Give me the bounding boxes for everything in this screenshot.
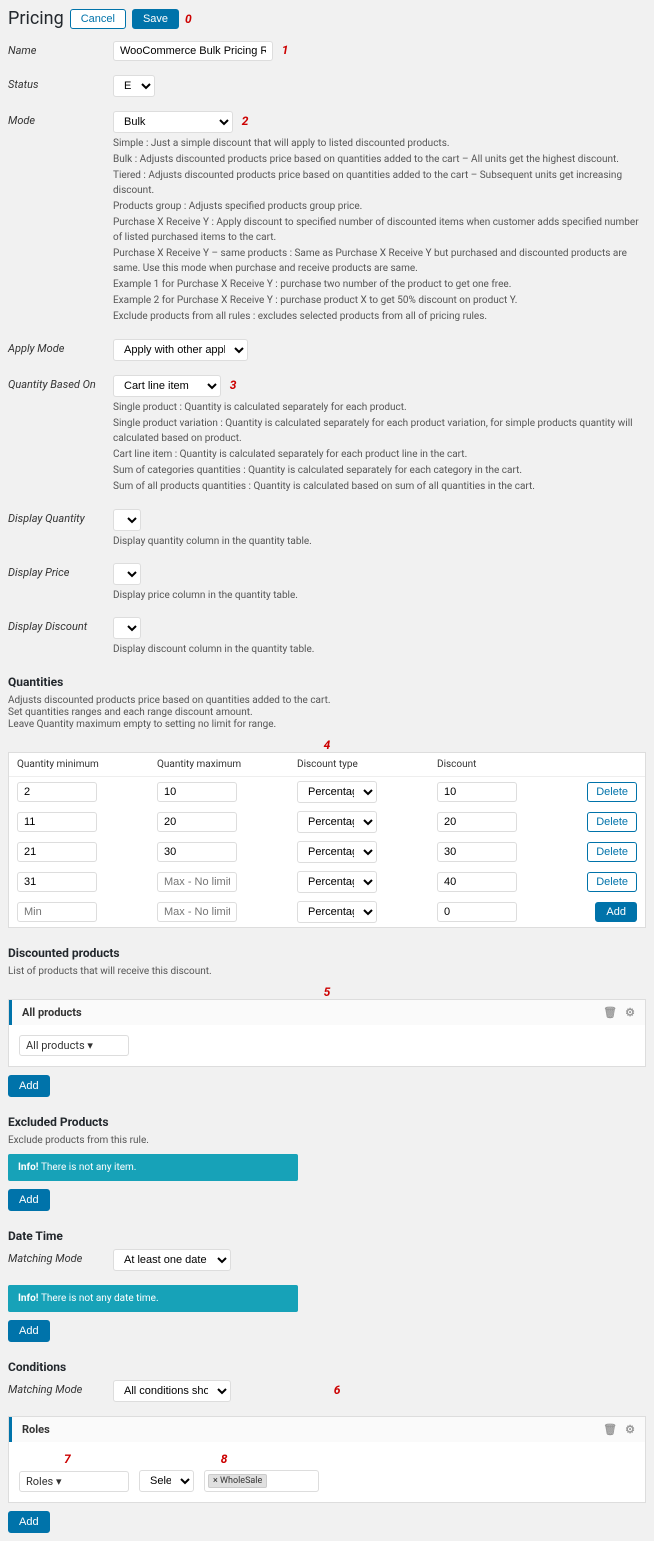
delete-button[interactable]: Delete: [587, 782, 637, 802]
annotation-3: 3: [230, 378, 237, 392]
annotation-2: 2: [242, 114, 249, 128]
disp-qty-label: Display Quantity: [8, 509, 113, 525]
condition-field-select[interactable]: Roles ▾: [19, 1471, 129, 1492]
qty-disc-input[interactable]: [437, 812, 517, 832]
status-label: Status: [8, 75, 113, 91]
disp-disc-help: Display discount column in the quantity …: [113, 642, 646, 657]
cancel-button[interactable]: Cancel: [70, 9, 126, 29]
qty-min-input[interactable]: [17, 902, 97, 922]
role-tag[interactable]: × WholeSale: [208, 1474, 267, 1488]
annotation-6: 6: [334, 1383, 341, 1397]
annotation-4: 4: [324, 738, 331, 752]
qty-disc-input[interactable]: [437, 872, 517, 892]
qty-min-input[interactable]: [17, 782, 97, 802]
annotation-7: 7: [64, 1452, 71, 1466]
annotation-8: 8: [221, 1452, 228, 1466]
annotation-1: 1: [282, 43, 289, 57]
col-type: Discount type: [297, 759, 437, 770]
qty-min-input[interactable]: [17, 842, 97, 862]
col-max: Quantity maximum: [157, 759, 297, 770]
datetime-mode-select[interactable]: At least one date time should match: [113, 1249, 231, 1271]
qty-based-label: Quantity Based On: [8, 375, 113, 391]
col-disc: Discount: [437, 759, 577, 770]
apply-mode-select[interactable]: Apply with other applicable rules: [113, 339, 248, 361]
page-title: Pricing: [8, 8, 64, 29]
delete-button[interactable]: Delete: [587, 872, 637, 892]
qty-type-select[interactable]: Percentage discount: [297, 871, 377, 893]
delete-button[interactable]: Delete: [587, 812, 637, 832]
apply-mode-label: Apply Mode: [8, 339, 113, 355]
quantities-desc: Adjusts discounted products price based …: [8, 695, 646, 730]
col-min: Quantity minimum: [17, 759, 157, 770]
add-discounted-button[interactable]: Add: [8, 1075, 50, 1097]
disp-qty-help: Display quantity column in the quantity …: [113, 534, 646, 549]
disp-price-select[interactable]: Yes: [113, 563, 141, 585]
trash-icon[interactable]: 🗑: [603, 1423, 617, 1436]
condition-op-select[interactable]: Selected: [139, 1470, 194, 1492]
mode-help: Simple : Just a simple discount that wil…: [113, 136, 646, 324]
gear-icon[interactable]: ⚙: [625, 1423, 635, 1436]
qty-type-select[interactable]: Percentage discount: [297, 841, 377, 863]
datetime-mode-label: Matching Mode: [8, 1249, 113, 1265]
datetime-info: Info! There is not any date time.: [8, 1285, 298, 1312]
qty-max-input[interactable]: [157, 902, 237, 922]
gear-icon[interactable]: ⚙: [625, 1006, 635, 1019]
conditions-mode-label: Matching Mode: [8, 1380, 113, 1396]
qty-type-select[interactable]: Percentage discount: [297, 781, 377, 803]
qty-row: Percentage discount Add: [9, 897, 645, 927]
qty-max-input[interactable]: [157, 782, 237, 802]
annotation-5: 5: [324, 985, 331, 999]
qty-row: Percentage discount Delete: [9, 837, 645, 867]
discounted-desc: List of products that will receive this …: [8, 966, 646, 977]
qty-max-input[interactable]: [157, 872, 237, 892]
add-row-button[interactable]: Add: [595, 902, 637, 922]
status-select[interactable]: Enabled: [113, 75, 155, 97]
conditions-mode-select[interactable]: All conditions should match: [113, 1380, 231, 1402]
annotation-0: 0: [185, 12, 192, 26]
qty-row: Percentage discount Delete: [9, 777, 645, 807]
disp-disc-select[interactable]: Yes: [113, 617, 141, 639]
disp-price-help: Display price column in the quantity tab…: [113, 588, 646, 603]
qty-min-input[interactable]: [17, 872, 97, 892]
add-datetime-button[interactable]: Add: [8, 1320, 50, 1342]
qty-row: Percentage discount Delete: [9, 807, 645, 837]
disp-disc-label: Display Discount: [8, 617, 113, 633]
qty-based-select[interactable]: Cart line item: [113, 375, 221, 397]
excluded-info: Info! There is not any item.: [8, 1154, 298, 1181]
name-label: Name: [8, 41, 113, 57]
qty-row: Percentage discount Delete: [9, 867, 645, 897]
panel-title: All products: [22, 1006, 82, 1019]
excluded-title: Excluded Products: [8, 1115, 646, 1129]
trash-icon[interactable]: 🗑: [603, 1006, 617, 1019]
add-excluded-button[interactable]: Add: [8, 1189, 50, 1211]
qty-disc-input[interactable]: [437, 902, 517, 922]
conditions-panel: Roles 🗑 ⚙ 7 8 Roles ▾ Selected × WholeSa…: [8, 1416, 646, 1503]
excluded-desc: Exclude products from this rule.: [8, 1135, 646, 1146]
disp-qty-select[interactable]: Yes: [113, 509, 141, 531]
quantities-table: Quantity minimum Quantity maximum Discou…: [8, 752, 646, 928]
mode-label: Mode: [8, 111, 113, 127]
mode-select[interactable]: Bulk: [113, 111, 233, 133]
qty-min-input[interactable]: [17, 812, 97, 832]
products-select[interactable]: All products ▾: [19, 1035, 129, 1056]
datetime-title: Date Time: [8, 1229, 646, 1243]
qty-disc-input[interactable]: [437, 782, 517, 802]
quantities-title: Quantities: [8, 675, 646, 689]
discounted-panel: All products 🗑 ⚙ All products ▾: [8, 999, 646, 1067]
disp-price-label: Display Price: [8, 563, 113, 579]
add-condition-button[interactable]: Add: [8, 1511, 50, 1533]
panel-title: Roles: [22, 1423, 50, 1436]
conditions-title: Conditions: [8, 1360, 646, 1374]
delete-button[interactable]: Delete: [587, 842, 637, 862]
name-input[interactable]: [113, 41, 273, 61]
condition-value-input[interactable]: × WholeSale: [204, 1470, 319, 1492]
qty-based-help: Single product : Quantity is calculated …: [113, 400, 646, 494]
discounted-title: Discounted products: [8, 946, 646, 960]
qty-type-select[interactable]: Percentage discount: [297, 811, 377, 833]
qty-disc-input[interactable]: [437, 842, 517, 862]
qty-max-input[interactable]: [157, 842, 237, 862]
qty-type-select[interactable]: Percentage discount: [297, 901, 377, 923]
qty-max-input[interactable]: [157, 812, 237, 832]
save-button[interactable]: Save: [132, 9, 179, 29]
